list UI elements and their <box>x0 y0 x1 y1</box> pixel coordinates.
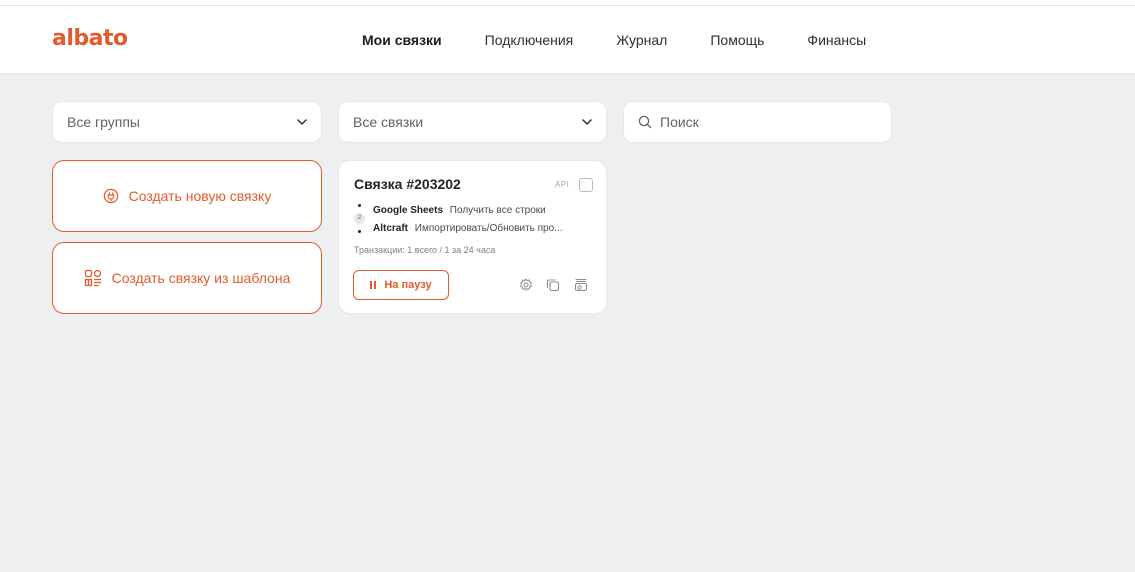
settings-icon[interactable] <box>519 278 533 292</box>
step-2-action: Импортировать/Обновить про... <box>414 223 563 234</box>
nav-finance[interactable]: Финансы <box>807 32 866 48</box>
bundle-card[interactable]: Связка #203202 API 2 Google Sheets Получ… <box>338 160 607 314</box>
bundles-select-value: Все связки <box>353 114 424 130</box>
nav-connections[interactable]: Подключения <box>485 32 574 48</box>
albato-logo[interactable]: albato <box>52 26 128 51</box>
bundles-select[interactable]: Все связки <box>338 101 607 143</box>
pause-button[interactable]: На паузу <box>353 270 449 300</box>
create-from-template-label: Создать связку из шаблона <box>111 270 291 286</box>
step-1: Google Sheets Получить все строки <box>373 205 546 216</box>
step-count-badge: 2 <box>354 213 365 224</box>
pause-icon <box>370 281 377 289</box>
create-new-bundle-button[interactable]: Создать новую связку <box>52 160 322 232</box>
transactions-info: Транзакции: 1 всего / 1 за 24 часа <box>354 245 496 255</box>
search-icon <box>638 115 652 129</box>
search-input[interactable]: Поиск <box>623 101 892 143</box>
step-2: Altcraft Импортировать/Обновить про... <box>373 223 563 234</box>
bundle-title[interactable]: Связка #203202 <box>354 176 461 192</box>
step-2-app: Altcraft <box>373 223 409 234</box>
nav-my-bundles[interactable]: Мои связки <box>362 32 442 48</box>
top-header: albato Мои связки Подключения Журнал Пом… <box>0 6 1135 73</box>
copy-icon[interactable] <box>546 278 560 292</box>
archive-icon[interactable] <box>574 278 588 292</box>
chevron-down-icon <box>297 117 307 127</box>
steps-connector: 2 <box>354 204 366 234</box>
main-nav: Мои связки Подключения Журнал Помощь Фин… <box>362 32 909 48</box>
step-1-action: Получить все строки <box>449 205 546 216</box>
chevron-down-icon <box>582 117 592 127</box>
step-1-app: Google Sheets <box>373 205 444 216</box>
template-icon <box>84 269 102 287</box>
bundle-select-checkbox[interactable] <box>579 178 593 192</box>
create-new-bundle-label: Создать новую связку <box>128 188 272 204</box>
create-from-template-button[interactable]: Создать связку из шаблона <box>52 242 322 314</box>
groups-select-value: Все группы <box>67 114 140 130</box>
nav-help[interactable]: Помощь <box>710 32 764 48</box>
api-badge: API <box>555 180 570 189</box>
plug-icon <box>103 188 119 204</box>
groups-select[interactable]: Все группы <box>52 101 322 143</box>
pause-button-label: На паузу <box>384 279 432 291</box>
search-placeholder: Поиск <box>660 114 699 130</box>
nav-journal[interactable]: Журнал <box>616 32 667 48</box>
